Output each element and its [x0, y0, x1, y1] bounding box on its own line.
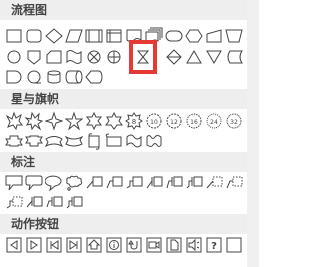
preparation-icon[interactable] — [185, 25, 203, 47]
svg-text:24: 24 — [210, 119, 218, 126]
star-8-point-icon[interactable]: 8 — [125, 110, 143, 132]
star-16-point-icon[interactable]: 16 — [185, 110, 203, 132]
internal-storage-icon[interactable] — [105, 25, 123, 47]
action-button-help-icon[interactable]: ? — [205, 234, 223, 256]
direct-access-storage-icon[interactable] — [65, 66, 83, 88]
stored-data-icon[interactable] — [225, 46, 243, 68]
line-callout-1-border-accent-bar-icon[interactable] — [25, 192, 43, 214]
action-button-home-icon[interactable] — [85, 234, 103, 256]
manual-input-icon[interactable] — [205, 25, 223, 47]
magnetic-disk-icon[interactable] — [45, 66, 63, 88]
cloud-callout-icon[interactable] — [65, 172, 83, 194]
action-button-end-icon[interactable] — [65, 234, 83, 256]
section-header-action-buttons: 动作按钮 — [0, 214, 247, 234]
data-icon[interactable] — [65, 25, 83, 47]
extract-icon[interactable] — [185, 46, 203, 68]
summing-junction-icon[interactable] — [85, 46, 103, 68]
action-button-return-icon[interactable] — [125, 234, 143, 256]
star-32-point-icon[interactable]: 32 — [225, 110, 243, 132]
explosion-2-icon[interactable] — [25, 110, 43, 132]
terminator-icon[interactable] — [165, 25, 183, 47]
connector-icon[interactable] — [5, 46, 23, 68]
action-button-back-icon[interactable] — [5, 234, 23, 256]
line-callout-1-icon[interactable] — [85, 172, 103, 194]
stars-row-2 — [0, 130, 247, 154]
svg-text:16: 16 — [190, 119, 198, 126]
svg-text:8: 8 — [132, 118, 136, 126]
action-buttons-row: ? — [0, 234, 247, 258]
sort-icon[interactable] — [165, 46, 183, 68]
horizontal-scroll-icon[interactable] — [105, 130, 123, 152]
line-callout-2-accent-bar-icon[interactable] — [165, 172, 183, 194]
svg-text:32: 32 — [230, 119, 238, 126]
action-button-movie-icon[interactable] — [145, 234, 163, 256]
section-header-stars-banners: 星与旗帜 — [0, 89, 247, 109]
svg-text:12: 12 — [170, 119, 178, 126]
card-icon[interactable] — [45, 46, 63, 68]
explosion-1-icon[interactable] — [5, 110, 23, 132]
line-callout-1-accent-bar-icon[interactable] — [145, 172, 163, 194]
shape-gallery: 流程图 星与旗帜 8 10 12 16 24 32 标注 动作按钮 ? — [0, 0, 247, 267]
svg-text:?: ? — [211, 241, 217, 252]
decision-icon[interactable] — [45, 25, 63, 47]
section-header-callouts: 标注 — [0, 152, 247, 172]
rounded-rectangular-callout-icon[interactable] — [25, 172, 43, 194]
line-callout-2-no-border-icon[interactable] — [225, 172, 243, 194]
ribbon-up-icon[interactable] — [5, 130, 23, 152]
process-icon[interactable] — [5, 25, 23, 47]
merge-icon[interactable] — [205, 46, 223, 68]
line-callout-1-no-border-icon[interactable] — [205, 172, 223, 194]
oval-callout-icon[interactable] — [45, 172, 63, 194]
action-button-sound-icon[interactable] — [185, 234, 203, 256]
callouts-row-2 — [0, 192, 247, 216]
line-callout-2-border-accent-bar-icon[interactable] — [45, 192, 63, 214]
line-callout-3-no-border-icon[interactable] — [5, 192, 23, 214]
line-callout-3-accent-bar-icon[interactable] — [185, 172, 203, 194]
action-button-beginning-icon[interactable] — [45, 234, 63, 256]
action-button-forward-icon[interactable] — [25, 234, 43, 256]
svg-text:10: 10 — [150, 119, 158, 126]
action-button-information-icon[interactable] — [105, 234, 123, 256]
selection-highlight — [129, 40, 157, 74]
star-7-point-icon[interactable] — [105, 110, 123, 132]
line-callout-2-icon[interactable] — [105, 172, 123, 194]
star-12-point-icon[interactable]: 12 — [165, 110, 183, 132]
star-4-point-icon[interactable] — [45, 110, 63, 132]
off-page-connector-icon[interactable] — [25, 46, 43, 68]
line-callout-3-icon[interactable] — [125, 172, 143, 194]
alternate-process-icon[interactable] — [25, 25, 43, 47]
section-header-flowchart: 流程图 — [0, 0, 247, 20]
vertical-scrollbar[interactable] — [247, 0, 259, 267]
star-6-point-icon[interactable] — [85, 110, 103, 132]
star-10-point-icon[interactable]: 10 — [145, 110, 163, 132]
punched-tape-icon[interactable] — [65, 46, 83, 68]
action-button-custom-icon[interactable] — [225, 234, 243, 256]
double-wave-icon[interactable] — [145, 130, 163, 152]
action-button-document-icon[interactable] — [165, 234, 183, 256]
sequential-access-storage-icon[interactable] — [25, 66, 43, 88]
wave-icon[interactable] — [125, 130, 143, 152]
star-24-point-icon[interactable]: 24 — [205, 110, 223, 132]
ribbon-down-icon[interactable] — [25, 130, 43, 152]
flowchart-row-3 — [0, 66, 247, 90]
or-icon[interactable] — [105, 46, 123, 68]
line-callout-3-border-accent-bar-icon[interactable] — [65, 192, 83, 214]
display-icon[interactable] — [85, 66, 103, 88]
curved-ribbon-down-icon[interactable] — [65, 130, 83, 152]
manual-operation-icon[interactable] — [225, 25, 243, 47]
predefined-process-icon[interactable] — [85, 25, 103, 47]
curved-ribbon-up-icon[interactable] — [45, 130, 63, 152]
delay-icon[interactable] — [5, 66, 23, 88]
star-5-point-icon[interactable] — [65, 110, 83, 132]
rectangular-callout-icon[interactable] — [5, 172, 23, 194]
vertical-scroll-icon[interactable] — [85, 130, 103, 152]
